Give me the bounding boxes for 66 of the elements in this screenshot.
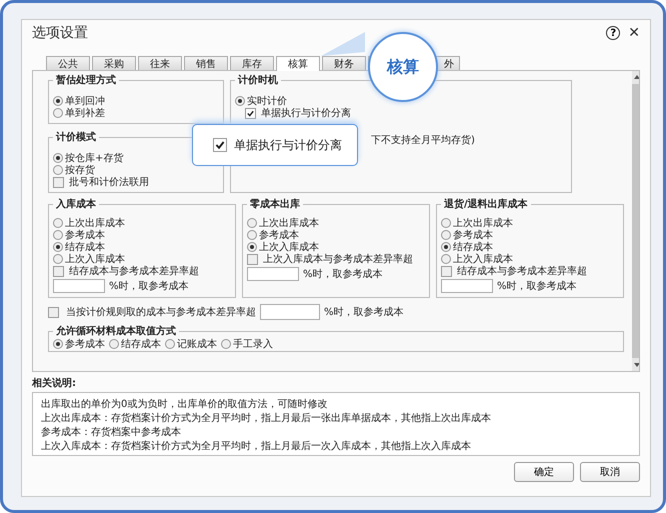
scrollbar[interactable] (632, 71, 639, 371)
radio-option[interactable]: 上次出库成本 (441, 217, 617, 229)
tab[interactable]: 核算 (276, 56, 320, 71)
radio-option[interactable]: 参考成本 (441, 229, 617, 241)
checkbox-label: 当按计价规则取的成本与参考成本差异率超 (66, 306, 256, 319)
radio-option[interactable]: 单到补差 (53, 107, 217, 119)
group-title: 入库成本 (55, 197, 97, 211)
percent-label: %时，取参考成本 (303, 268, 383, 281)
tab[interactable]: 往来 (138, 56, 182, 70)
dialog-button[interactable]: 取消 (580, 462, 640, 482)
note-line: 上次入库成本：存货档案计价方式为全月平均时，指上月最后一次入库成本，其他指上次入库成本 (41, 440, 472, 453)
percent-field[interactable] (53, 279, 105, 293)
radio-option[interactable]: 记账成本 (165, 338, 217, 350)
radio-option[interactable]: 上次入库成本 (53, 253, 229, 265)
notes-title: 相关说明: (32, 376, 77, 390)
group-title: 退货/退料出库成本 (443, 197, 529, 211)
note-line: 出库取出的单价为0或为负时，出库单价的取值方法，可随时修改 (41, 398, 328, 411)
radio-option[interactable]: 参考成本 (247, 229, 423, 241)
checkbox-option[interactable]: 单据执行与计价分离 (245, 107, 565, 119)
tab[interactable]: 公共 (46, 56, 90, 70)
close-button[interactable]: ✕ (628, 25, 640, 41)
note-line: 上次出库成本：存货档案计价方式为全月平均时，指上月最后一张出库单据成本，其他指上次出库成本 (41, 412, 492, 425)
radio-option[interactable]: 单到回冲 (53, 95, 217, 107)
tab[interactable]: 采购 (92, 56, 136, 70)
group-title: 零成本出库 (249, 197, 301, 211)
radio-option[interactable]: 上次入库成本 (247, 241, 423, 253)
scroll-up-icon[interactable] (633, 74, 639, 80)
tab[interactable]: 销售 (184, 56, 228, 70)
radio-option[interactable]: 按存货 (53, 164, 217, 176)
radio-option[interactable]: 上次出库成本 (247, 217, 423, 229)
dialog-button[interactable]: 确定 (514, 462, 574, 482)
option-note: 下不支持全月平均存货) (371, 135, 475, 146)
group-title: 暂估处理方式 (55, 73, 117, 87)
checkbox-option[interactable]: 结存成本与参考成本差异率超 (441, 265, 617, 277)
tab[interactable]: 库存 (230, 56, 274, 70)
group-title: 计价时机 (236, 74, 279, 87)
radio-option[interactable]: 实时计价 (235, 95, 565, 107)
scroll-down-icon[interactable] (633, 362, 639, 368)
checkbox[interactable] (48, 306, 59, 318)
window-title: 选项设置 (32, 24, 88, 42)
radio-option[interactable]: 上次出库成本 (53, 217, 229, 229)
percent-field[interactable] (247, 267, 299, 281)
callout-label: 单据执行与计价分离 (234, 136, 342, 154)
group-title: 计价模式 (54, 130, 97, 144)
group-title: 允许循环材料成本取值方式 (55, 324, 177, 338)
radio-option[interactable]: 结存成本 (53, 241, 229, 253)
radio-option[interactable]: 上次入库成本 (441, 253, 617, 265)
checkmark-icon (246, 108, 255, 118)
help-button[interactable]: ? (606, 26, 620, 40)
percent-field[interactable] (441, 279, 493, 293)
percent-field[interactable] (260, 304, 320, 320)
radio-option[interactable]: 结存成本 (109, 338, 161, 350)
radio-option[interactable]: 按仓库+存货 (53, 152, 217, 164)
radio-option[interactable]: 手工录入 (221, 338, 273, 350)
radio-option[interactable]: 结存成本 (441, 241, 617, 253)
radio-option[interactable]: 参考成本 (53, 338, 105, 350)
checkbox-option[interactable]: 批号和计价法联用 (53, 176, 217, 188)
checkbox-option[interactable]: 上次入库成本与参考成本差异率超 (247, 253, 423, 265)
radio-option[interactable]: 参考成本 (53, 229, 229, 241)
bubble-label: 核算 (387, 56, 419, 78)
checkbox-option[interactable]: 结存成本与参考成本差异率超 (53, 265, 229, 277)
note-line: 参考成本：存货档案中参考成本 (41, 426, 182, 439)
percent-label: %时，取参考成本 (109, 280, 189, 293)
percent-label: %时，取参考成本 (324, 306, 404, 319)
percent-label: %时，取参考成本 (497, 280, 577, 293)
tab[interactable]: 财务 (322, 56, 366, 70)
